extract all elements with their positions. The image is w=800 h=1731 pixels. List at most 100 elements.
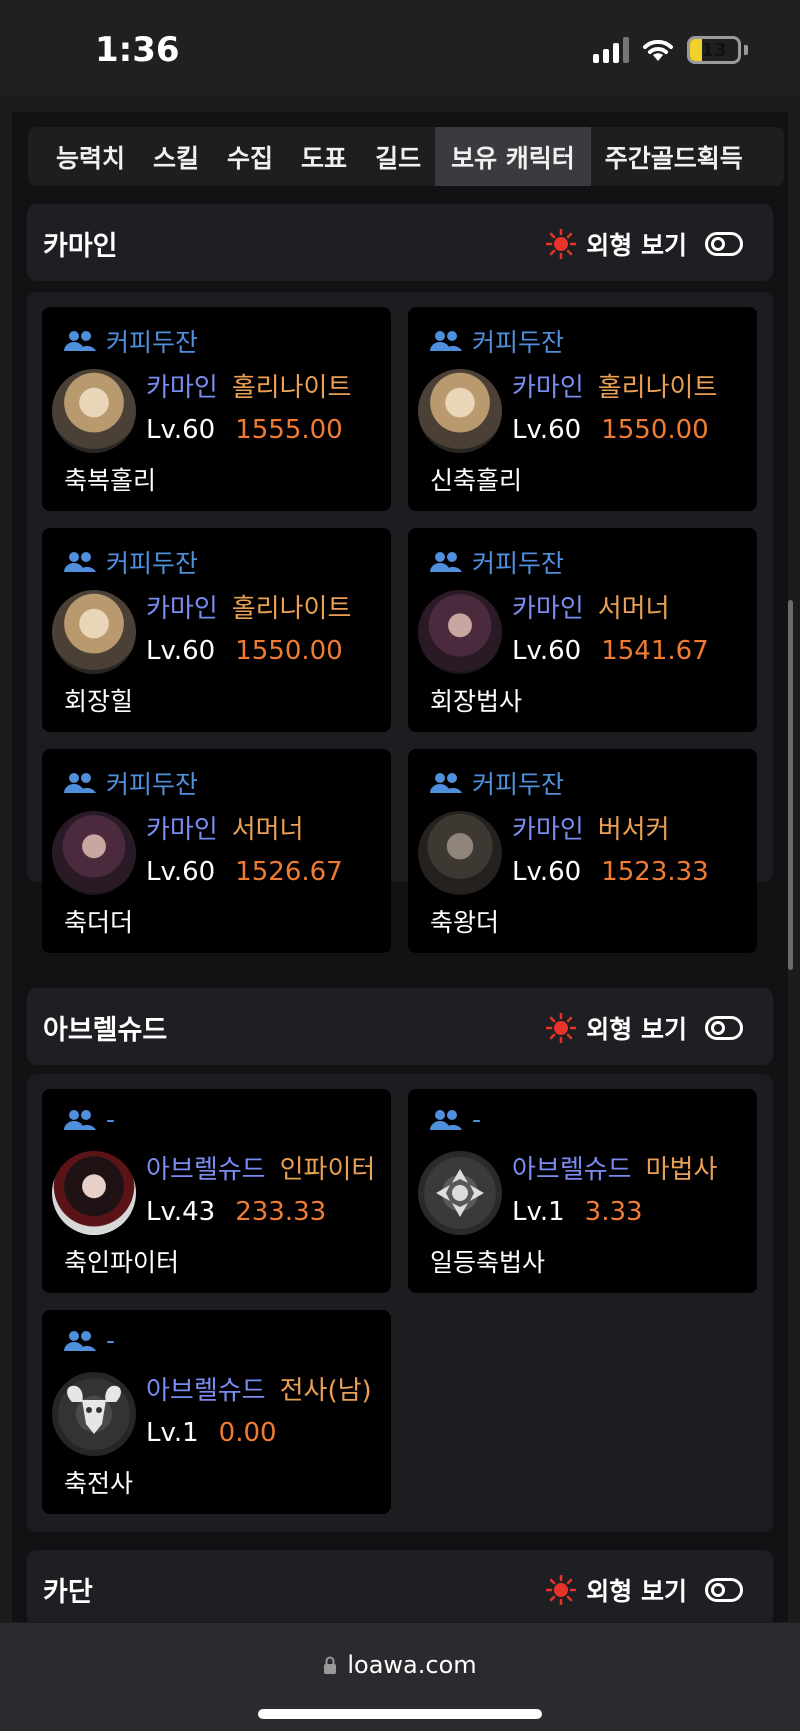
guild-name: 커피두잔 [106,549,199,578]
guild-name: - [472,1105,482,1134]
server-title: 아브렐슈드 [43,1015,168,1046]
guild-members-icon [430,1109,462,1130]
character-name: 축더더 [64,908,134,937]
class-name: 마법사 [645,1155,718,1185]
character-level: Lv.60 [146,636,216,666]
guild-name: 커피두잔 [472,549,565,578]
guild-name: 커피두잔 [472,328,565,357]
server-name: 카마인 [512,594,584,624]
guild-name: - [106,1326,116,1355]
class-name: 인파이터 [279,1155,376,1185]
character-name: 일등축법사 [430,1248,546,1277]
cellular-signal-icon [593,37,629,63]
character-name: 축왕더 [430,908,500,937]
item-level: 1550.00 [235,636,343,666]
class-name: 홀리나이트 [231,373,352,403]
url-text: loawa.com [347,1651,477,1679]
character-card[interactable]: 커피두잔 카마인 서머너 Lv.60 1541.67 회장법사 [408,528,757,732]
character-level: Lv.60 [146,415,216,445]
class-name: 전사(남) [279,1376,372,1406]
character-card[interactable]: 커피두잔 카마인 서머너 Lv.60 1526.67 축더더 [42,749,391,953]
character-card[interactable]: - 아브렐슈드 전사(남) Lv.1 0.00 축전사 [42,1310,391,1514]
appearance-label: 외형 보기 [586,1577,687,1606]
wifi-icon [643,39,673,61]
server-title: 카마인 [43,231,118,262]
server-name: 카마인 [146,815,218,845]
guild-members-icon [64,1109,96,1130]
scrollbar[interactable] [788,600,793,970]
character-level: Lv.60 [146,857,216,887]
item-level: 1550.00 [601,415,709,445]
mage-emblem-avatar [418,1151,502,1235]
guild-members-icon [64,1330,96,1351]
tab-owned-characters[interactable]: 보유 캐릭터 [435,127,591,186]
guild-name: 커피두잔 [106,770,199,799]
appearance-toggle[interactable]: 외형 보기 [546,226,743,262]
guild-members-icon [64,552,96,572]
appearance-toggle[interactable]: 외형 보기 [546,1010,743,1046]
tab-weekly-gold[interactable]: 주간골드획득 [591,127,757,186]
class-name: 서머너 [597,594,670,624]
status-bar: 1:36 13 [0,0,800,96]
server-section-header: 아브렐슈드 외형 보기 [27,988,773,1065]
item-level: 0.00 [218,1418,277,1448]
tab-collection[interactable]: 수집 [213,127,287,186]
battery-icon: 13 [687,36,741,64]
tab-stats[interactable]: 능력치 [28,127,139,186]
character-card[interactable]: 커피두잔 카마인 버서커 Lv.60 1523.33 축왕더 [408,749,757,953]
sun-icon [546,1575,577,1605]
guild-members-icon [64,331,96,351]
guild-name: 커피두잔 [106,328,199,357]
warrior-emblem-avatar [52,1372,136,1456]
character-card[interactable]: 커피두잔 카마인 홀리나이트 Lv.60 1555.00 축복홀리 [42,307,391,511]
class-name: 홀리나이트 [597,373,718,403]
appearance-label: 외형 보기 [586,231,687,260]
character-level: Lv.1 [146,1418,199,1448]
character-card[interactable]: 커피두잔 카마인 홀리나이트 Lv.60 1550.00 회장힐 [42,528,391,732]
character-name: 회장법사 [430,687,523,716]
character-card[interactable]: - 아브렐슈드 인파이터 Lv.43 233.33 축인파이터 [42,1089,391,1293]
summoner-avatar [52,811,136,895]
character-name: 축복홀리 [64,466,157,495]
server-section-body: - 아브렐슈드 인파이터 Lv.43 233.33 축인파이터 - 아브렐슈드 … [27,1074,773,1532]
toggle-switch[interactable] [705,1016,743,1040]
toggle-switch[interactable] [705,1578,743,1602]
berserker-avatar [418,811,502,895]
toggle-switch[interactable] [705,232,743,256]
ram-skull-icon [67,1385,121,1434]
item-level: 3.33 [584,1197,643,1227]
character-name: 신축홀리 [430,466,523,495]
server-name: 카마인 [146,594,218,624]
guild-members-icon [64,773,96,793]
holy-knight-avatar [52,369,136,453]
tab-skills[interactable]: 스킬 [139,127,213,186]
item-level: 1526.67 [235,857,343,887]
character-panel: 능력치 스킬 수집 도표 길드 보유 캐릭터 주간골드획득 카마인 외형 보기 [12,112,788,1622]
tab-bar: 능력치 스킬 수집 도표 길드 보유 캐릭터 주간골드획득 [28,127,784,186]
holy-knight-avatar [418,369,502,453]
character-card[interactable]: 커피두잔 카마인 홀리나이트 Lv.60 1550.00 신축홀리 [408,307,757,511]
tab-guild[interactable]: 길드 [361,127,435,186]
character-name: 축인파이터 [64,1248,180,1277]
status-time: 1:36 [95,30,180,70]
tab-charts[interactable]: 도표 [287,127,361,186]
item-level: 1523.33 [601,857,709,887]
class-name: 서머너 [231,815,304,845]
character-name: 회장힐 [64,687,134,716]
server-title: 카단 [43,1577,93,1608]
guild-name: - [106,1105,116,1134]
character-level: Lv.60 [512,857,582,887]
sun-icon [546,1013,577,1043]
class-name: 버서커 [597,815,670,845]
server-section-body: 커피두잔 카마인 홀리나이트 Lv.60 1555.00 축복홀리 커피두잔 카마인… [27,292,773,953]
character-name: 축전사 [64,1469,134,1498]
address-bar[interactable]: loawa.com [0,1651,800,1679]
character-card[interactable]: - 아브렐슈드 마법사 Lv.1 3.33 일등축법사 [408,1089,757,1293]
lock-icon [324,1656,337,1674]
item-level: 1555.00 [235,415,343,445]
character-level: Lv.43 [146,1197,216,1227]
appearance-toggle[interactable]: 외형 보기 [546,1572,743,1608]
home-indicator[interactable] [258,1709,542,1719]
guild-members-icon [430,773,462,793]
server-section-header: 카마인 외형 보기 [27,204,773,281]
